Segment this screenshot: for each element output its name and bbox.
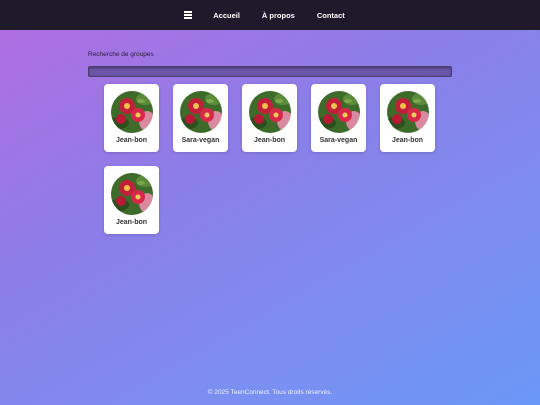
group-name: Jean-bon bbox=[115, 219, 148, 226]
search-input[interactable] bbox=[88, 65, 452, 77]
group-name: Jean-bon bbox=[115, 137, 148, 144]
group-card[interactable]: Jean-bon bbox=[104, 166, 159, 234]
flower-avatar-icon bbox=[110, 173, 153, 215]
flower-avatar-icon bbox=[179, 91, 222, 133]
group-name: Sara-vegan bbox=[181, 137, 220, 144]
nav-link-accueil[interactable]: Accueil bbox=[213, 11, 240, 20]
group-name: Jean-bon bbox=[253, 137, 286, 144]
flower-avatar-icon bbox=[386, 91, 429, 133]
top-navbar: Accueil À propos Contact bbox=[0, 0, 540, 30]
group-grid: Jean-bon Sara-vegan Jean-bon Sara-vegan … bbox=[104, 84, 444, 234]
group-card[interactable]: Jean-bon bbox=[242, 84, 297, 152]
flower-avatar-icon bbox=[248, 91, 291, 133]
nav-link-a-propos[interactable]: À propos bbox=[262, 11, 295, 20]
group-card[interactable]: Jean-bon bbox=[380, 84, 435, 152]
group-card[interactable]: Sara-vegan bbox=[173, 84, 228, 152]
group-name: Jean-bon bbox=[391, 137, 424, 144]
group-name: Sara-vegan bbox=[319, 137, 358, 144]
group-card[interactable]: Sara-vegan bbox=[311, 84, 366, 152]
group-search: Recherche de groupes bbox=[88, 51, 452, 77]
flower-avatar-icon bbox=[110, 91, 153, 133]
flower-avatar-icon bbox=[317, 91, 360, 133]
nav-link-contact[interactable]: Contact bbox=[317, 11, 345, 20]
hamburger-menu-icon[interactable] bbox=[184, 11, 194, 19]
footer-copyright: © 2025 TeenConnect. Tous droits réservés… bbox=[207, 389, 333, 396]
group-card[interactable]: Jean-bon bbox=[104, 84, 159, 152]
search-label: Recherche de groupes bbox=[88, 51, 154, 58]
